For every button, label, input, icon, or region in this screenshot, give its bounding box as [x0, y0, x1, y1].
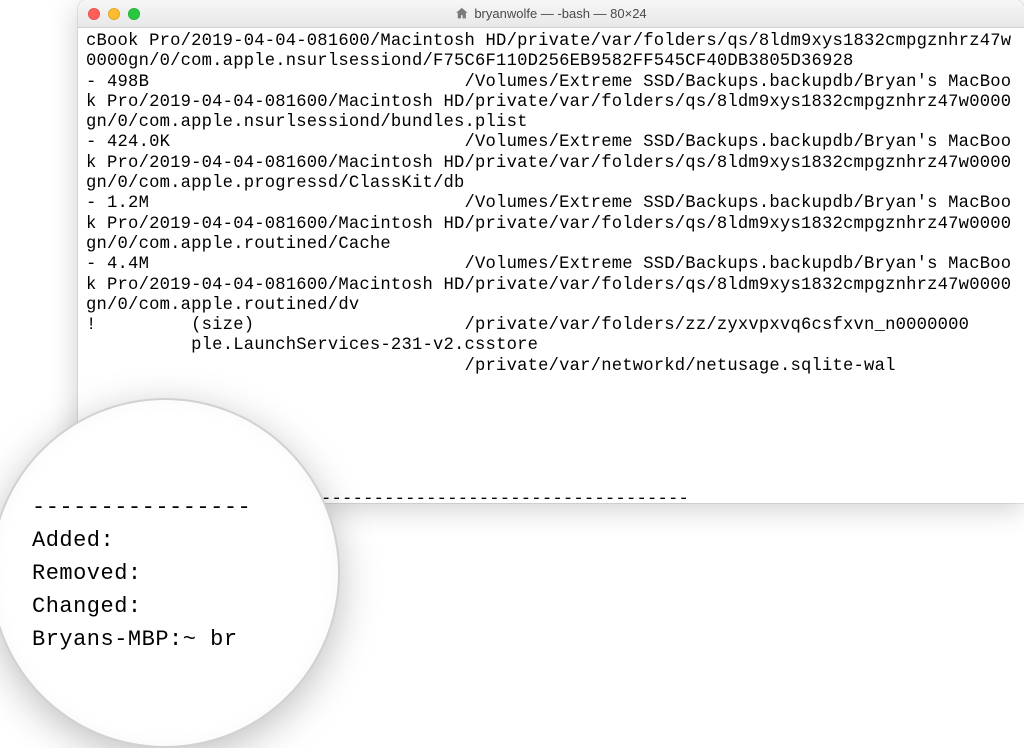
terminal-line: /private/var/networkd/netusage.sqlite-wa… — [86, 357, 896, 376]
terminal-line: - 4.4M /Volumes/Extreme SSD/Backups.back… — [86, 255, 1011, 315]
terminal-line — [86, 377, 97, 396]
terminal-line: - 498B /Volumes/Extreme SSD/Backups.back… — [86, 73, 1011, 133]
terminal-line: ! (size) /private/var/folders/zz/zyxvpxv… — [86, 316, 969, 335]
titlebar[interactable]: bryanwolfe — -bash — 80×24 — [78, 0, 1024, 28]
magnified-added: Added: — [32, 524, 338, 557]
magnified-dashes: ---------------- — [32, 491, 338, 524]
close-button[interactable] — [88, 8, 100, 20]
magnified-prompt: Bryans-MBP:~ br — [32, 623, 338, 656]
window-title: bryanwolfe — -bash — 80×24 — [455, 6, 646, 21]
terminal-dashes-overflow: ------------------------------------- — [300, 490, 689, 509]
magnified-removed: Removed: — [32, 557, 338, 590]
terminal-line: - 424.0K /Volumes/Extreme SSD/Backups.ba… — [86, 133, 1011, 193]
magnifier-lens: ---------------- Added: Removed: Changed… — [0, 398, 340, 748]
minimize-button[interactable] — [108, 8, 120, 20]
terminal-line: - 1.2M /Volumes/Extreme SSD/Backups.back… — [86, 194, 1011, 254]
traffic-lights — [88, 8, 140, 20]
terminal-line: ple.LaunchServices-231-v2.csstore — [86, 336, 538, 355]
window-title-text: bryanwolfe — -bash — 80×24 — [474, 6, 646, 21]
home-icon — [455, 7, 468, 20]
magnified-changed: Changed: — [32, 590, 338, 623]
maximize-button[interactable] — [128, 8, 140, 20]
terminal-line: cBook Pro/2019-04-04-081600/Macintosh HD… — [86, 32, 1011, 71]
